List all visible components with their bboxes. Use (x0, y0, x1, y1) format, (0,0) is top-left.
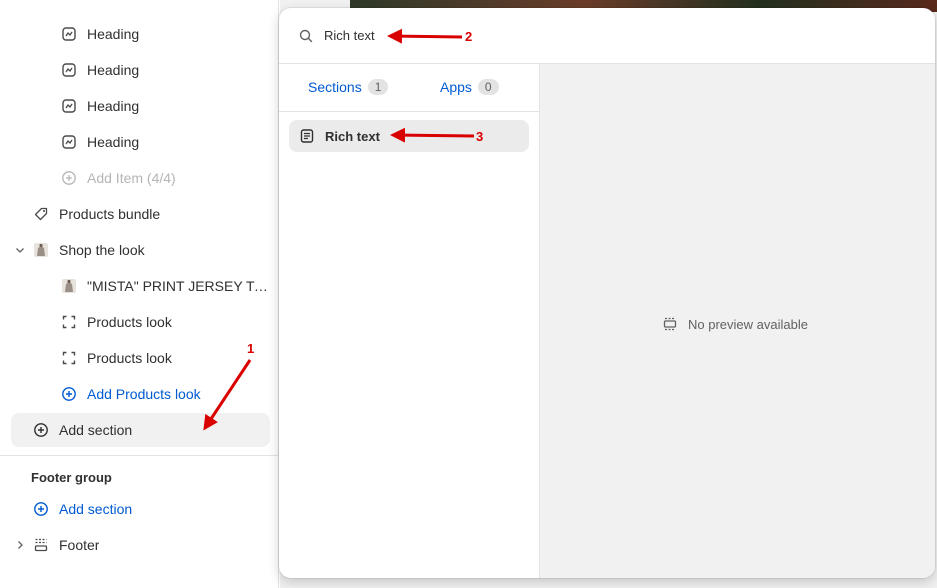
add-section-popover: Sections 1 Apps 0 Rich text No preview a… (279, 8, 935, 578)
tab-sections[interactable]: Sections 1 (308, 79, 389, 95)
product-thumbnail (33, 242, 49, 258)
add-item-label: Add Item (4/4) (87, 170, 176, 186)
preview-pane: No preview available (540, 64, 935, 578)
sidebar-item-shop-the-look[interactable]: Shop the look (0, 234, 279, 266)
no-preview-message: No preview available (662, 316, 808, 332)
sidebar-item-label: Footer (59, 537, 100, 553)
sidebar-item-label: Products look (87, 314, 172, 330)
tab-label: Apps (440, 79, 472, 95)
sidebar-item-label: Heading (87, 26, 140, 42)
add-section-label: Add section (59, 422, 133, 438)
results-tabs: Sections 1 Apps 0 (279, 64, 540, 112)
sidebar-item-label: Products bundle (59, 206, 161, 222)
sidebar-item-heading[interactable]: Heading (0, 54, 279, 86)
sidebar-item-products-look[interactable]: Products look (0, 306, 279, 338)
sidebar-item-products-look[interactable]: Products look (0, 342, 279, 374)
sidebar-item-products-bundle[interactable]: Products bundle (0, 198, 279, 230)
add-products-look-button[interactable]: Add Products look (0, 378, 279, 410)
tab-count-badge: 0 (477, 79, 499, 95)
result-item-label: Rich text (325, 128, 380, 144)
tag-icon (33, 206, 49, 222)
sidebar-item-label: Shop the look (59, 242, 145, 258)
theme-editor-sidebar: Heading Heading Heading Heading Add Item… (0, 0, 279, 588)
product-thumbnail (61, 278, 77, 294)
tab-apps[interactable]: Apps 0 (440, 79, 499, 95)
plus-circle-icon (61, 170, 77, 186)
sidebar-item-product[interactable]: "MISTA" PRINT JERSEY T-S... (0, 270, 279, 302)
sidebar-divider (0, 455, 279, 456)
heading-block-icon (61, 26, 77, 42)
search-icon (298, 28, 314, 44)
search-input[interactable] (324, 28, 824, 43)
heading-block-icon (61, 62, 77, 78)
preview-placeholder-icon (662, 316, 678, 332)
add-section-button[interactable]: Add section (11, 413, 270, 447)
text-block-icon (299, 128, 315, 144)
sidebar-item-heading[interactable]: Heading (0, 126, 279, 158)
dashed-frame-icon (61, 350, 77, 366)
tab-label: Sections (308, 79, 362, 95)
footer-layout-icon (33, 537, 49, 553)
add-section-label: Add section (59, 501, 133, 517)
sidebar-item-label: Heading (87, 134, 140, 150)
sidebar-item-label: Heading (87, 62, 140, 78)
plus-circle-icon (33, 422, 49, 438)
footer-add-section-button[interactable]: Add section (0, 493, 279, 525)
chevron-right-icon[interactable] (14, 539, 26, 551)
result-item-rich-text[interactable]: Rich text (289, 120, 529, 152)
dashed-frame-icon (61, 314, 77, 330)
plus-circle-icon (33, 501, 49, 517)
sidebar-item-label: "MISTA" PRINT JERSEY T-S... (87, 278, 272, 294)
sidebar-item-heading[interactable]: Heading (0, 90, 279, 122)
plus-circle-icon (61, 386, 77, 402)
tab-count-badge: 1 (367, 79, 389, 95)
chevron-down-icon[interactable] (14, 244, 26, 256)
footer-group-title: Footer group (31, 470, 112, 485)
add-products-look-label: Add Products look (87, 386, 201, 402)
sidebar-item-label: Products look (87, 350, 172, 366)
results-pane: Sections 1 Apps 0 Rich text (279, 64, 540, 578)
heading-block-icon (61, 98, 77, 114)
add-item-button[interactable]: Add Item (4/4) (0, 162, 279, 194)
heading-block-icon (61, 134, 77, 150)
sidebar-item-footer[interactable]: Footer (0, 529, 279, 561)
sidebar-item-label: Heading (87, 98, 140, 114)
section-search-bar (279, 8, 935, 64)
sidebar-item-heading[interactable]: Heading (0, 18, 279, 50)
no-preview-label: No preview available (688, 316, 808, 332)
